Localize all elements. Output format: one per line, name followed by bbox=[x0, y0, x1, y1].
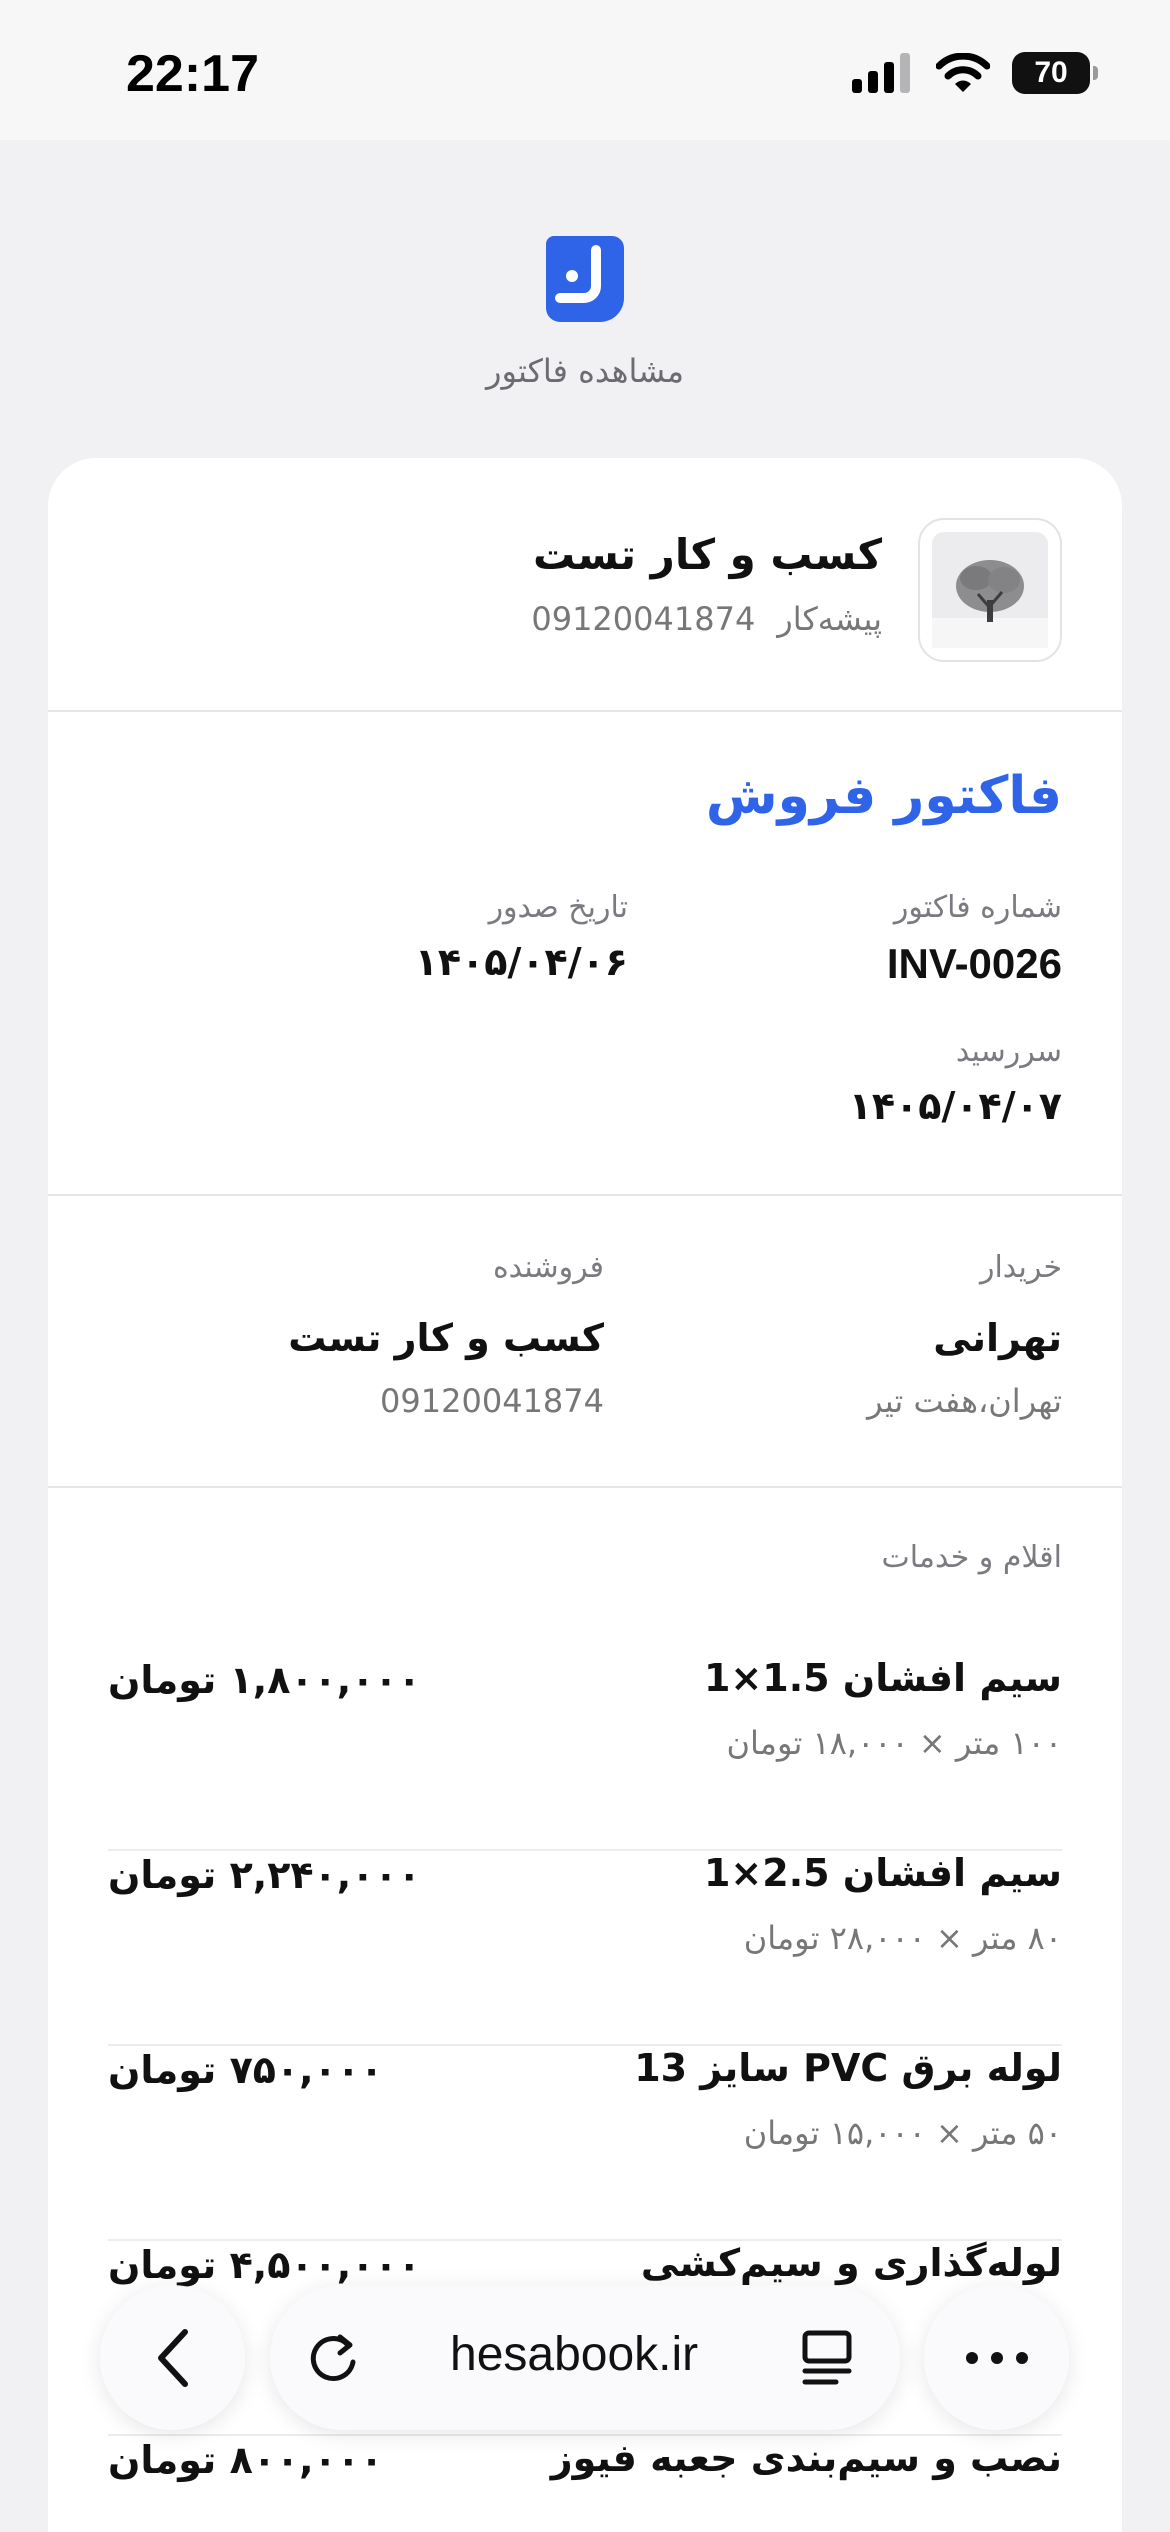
list-item: نصب و سیم‌بندی جعبه فیوز ۸۰۰,۰۰۰ تومان bbox=[108, 2436, 1062, 2532]
issue-date-label: تاریخ صدور bbox=[488, 890, 628, 925]
business-phone: 09120041874 bbox=[531, 600, 756, 638]
item-total: ۲,۲۴۰,۰۰۰ تومان bbox=[108, 1853, 421, 1897]
issue-date: ۱۴۰۵/۰۴/۰۶ bbox=[414, 940, 628, 984]
item-total: ۴,۵۰۰,۰۰۰ تومان bbox=[108, 2243, 421, 2287]
business-avatar bbox=[918, 518, 1062, 662]
app-logo bbox=[546, 236, 624, 322]
item-name: لوله‌گذاری و سیم‌کشی bbox=[640, 2241, 1062, 2285]
more-button[interactable] bbox=[924, 2285, 1069, 2430]
signal-icon bbox=[852, 53, 910, 93]
buyer-name: تهرانی bbox=[933, 1316, 1062, 1360]
back-button[interactable] bbox=[100, 2285, 245, 2430]
due-date: ۱۴۰۵/۰۴/۰۷ bbox=[848, 1084, 1062, 1128]
list-item: لوله برق PVC سایز 13 ۵۰ متر × ۱۵,۰۰۰ توم… bbox=[108, 2046, 1062, 2241]
browser-toolbar: hesabook.ir bbox=[0, 2285, 1170, 2435]
more-dots-icon bbox=[965, 2351, 1028, 2364]
item-name: نصب و سیم‌بندی جعبه فیوز bbox=[550, 2436, 1062, 2480]
url-text[interactable]: hesabook.ir bbox=[450, 2327, 698, 2382]
buyer-address: تهران،هفت تیر bbox=[867, 1382, 1062, 1420]
battery-icon: 70 bbox=[1012, 52, 1098, 94]
item-name: سیم افشان 2.5×1 bbox=[703, 1851, 1062, 1895]
reload-icon[interactable] bbox=[306, 2331, 360, 2385]
invoice-title: فاکتور فروش bbox=[705, 766, 1062, 826]
wifi-icon bbox=[936, 53, 990, 92]
tree-image-icon bbox=[932, 532, 1048, 648]
seller-label: فروشنده bbox=[492, 1250, 604, 1285]
business-type: پیشه‌کار bbox=[777, 600, 882, 638]
address-bar[interactable]: hesabook.ir bbox=[270, 2285, 900, 2430]
invoice-card: کسب و کار تست پیشه‌کار 09120041874 فاکتو… bbox=[48, 458, 1122, 2532]
item-total: ۱,۸۰۰,۰۰۰ تومان bbox=[108, 1658, 421, 1702]
items-label: اقلام و خدمات bbox=[881, 1540, 1062, 1575]
item-total: ۸۰۰,۰۰۰ تومان bbox=[108, 2438, 384, 2482]
screen: 22:17 70 مشاهده فاکتور کسب و کار تست پیش… bbox=[0, 0, 1170, 2532]
status-bar: 22:17 70 bbox=[0, 0, 1170, 140]
chevron-left-icon bbox=[157, 2328, 188, 2387]
buyer-label: خریدار bbox=[979, 1250, 1062, 1285]
due-date-label: سررسید bbox=[955, 1034, 1062, 1069]
battery-level: 70 bbox=[1034, 56, 1068, 89]
item-desc: ۸۰ متر × ۲۸,۰۰۰ تومان bbox=[743, 1919, 1062, 1957]
divider bbox=[48, 710, 1122, 712]
reader-mode-icon[interactable] bbox=[800, 2329, 854, 2387]
list-item: سیم افشان 1.5×1 ۱۰۰ متر × ۱۸,۰۰۰ تومان ۱… bbox=[108, 1656, 1062, 1851]
item-desc: ۱۰۰ متر × ۱۸,۰۰۰ تومان bbox=[726, 1724, 1062, 1762]
divider bbox=[48, 1194, 1122, 1196]
status-icons: 70 bbox=[852, 52, 1098, 94]
invoice-number-label: شماره فاکتور bbox=[893, 890, 1062, 925]
divider bbox=[48, 1486, 1122, 1488]
item-total: ۷۵۰,۰۰۰ تومان bbox=[108, 2048, 384, 2092]
item-name: لوله برق PVC سایز 13 bbox=[634, 2046, 1062, 2090]
page-title: مشاهده فاکتور bbox=[486, 352, 684, 390]
seller-name: کسب و کار تست bbox=[288, 1316, 604, 1360]
item-name: سیم افشان 1.5×1 bbox=[703, 1656, 1062, 1700]
item-desc: ۵۰ متر × ۱۵,۰۰۰ تومان bbox=[743, 2114, 1062, 2152]
invoice-number: INV-0026 bbox=[886, 940, 1062, 987]
list-item: سیم افشان 2.5×1 ۸۰ متر × ۲۸,۰۰۰ تومان ۲,… bbox=[108, 1851, 1062, 2046]
seller-phone: 09120041874 bbox=[380, 1382, 604, 1420]
business-name: کسب و کار تست bbox=[533, 530, 882, 579]
business-meta: پیشه‌کار 09120041874 bbox=[531, 600, 882, 638]
status-time: 22:17 bbox=[126, 45, 259, 103]
